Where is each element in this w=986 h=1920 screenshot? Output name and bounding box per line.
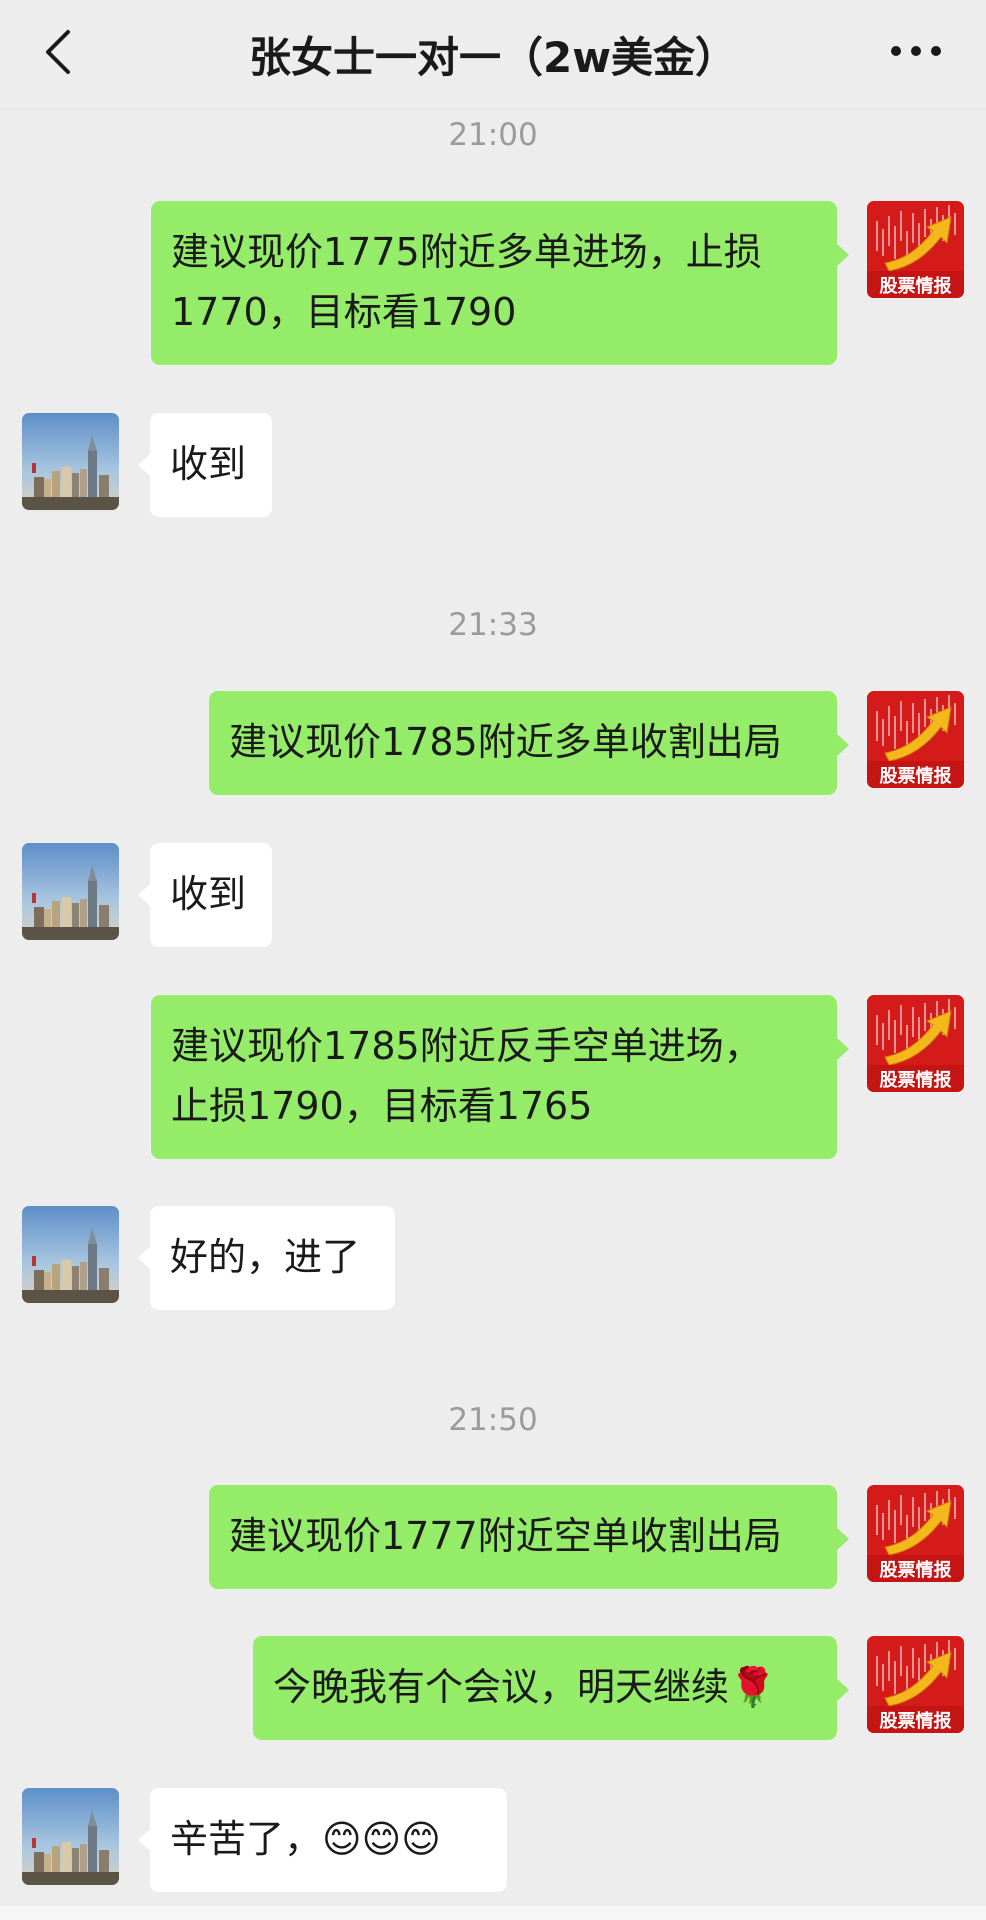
avatar-label: 股票情报: [879, 1069, 952, 1091]
message-bubble-outgoing[interactable]: 建议现价1785附近反手空单进场， 止损1790，目标看1765: [151, 995, 849, 1159]
timestamp: 21:00: [448, 117, 538, 153]
message-bubble-outgoing[interactable]: 建议现价1775附近多单进场，止损 1770，目标看1790: [151, 201, 849, 365]
stock-news-avatar[interactable]: 股票情报: [867, 1636, 964, 1733]
timestamp: 21:33: [448, 607, 538, 643]
stock-news-avatar[interactable]: 股票情报: [867, 995, 964, 1092]
city-skyline-avatar[interactable]: [22, 413, 119, 510]
message-text-line: 止损1790，目标看1765: [171, 1084, 593, 1128]
city-skyline-avatar[interactable]: [22, 1788, 119, 1885]
message-bubble-incoming[interactable]: 收到: [138, 413, 272, 517]
avatar-label: 股票情报: [879, 1710, 952, 1732]
avatar-label: 股票情报: [879, 765, 952, 787]
message-text: 辛苦了，: [170, 1817, 323, 1861]
stock-news-avatar[interactable]: 股票情报: [867, 691, 964, 788]
message-text-line: 建议现价1785附近反手空单进场，: [171, 1024, 762, 1068]
message-text: 建议现价1785附近多单收割出局: [229, 720, 782, 764]
message-bubble-outgoing[interactable]: 建议现价1785附近多单收割出局: [209, 691, 849, 795]
message-text: 建议现价1777附近空单收割出局: [229, 1514, 782, 1558]
input-bar-edge: [0, 1906, 986, 1920]
stock-news-avatar[interactable]: 股票情报: [867, 201, 964, 298]
chat-header: 张女士一对一（2w美金）: [0, 0, 986, 109]
message-text: 今晚我有个会议，明天继续: [273, 1665, 730, 1709]
message-text: 收到: [170, 872, 247, 916]
smile-emoji-icon: 😊😊😊: [322, 1817, 441, 1861]
avatar-label: 股票情报: [879, 1559, 952, 1581]
message-text: 好的，进了: [170, 1235, 361, 1279]
city-skyline-avatar[interactable]: [22, 843, 119, 940]
city-skyline-avatar[interactable]: [22, 1206, 119, 1303]
message-text-line: 1770，目标看1790: [171, 290, 517, 334]
message-bubble-outgoing[interactable]: 今晚我有个会议，明天继续🌹: [253, 1636, 849, 1740]
stock-news-avatar[interactable]: 股票情报: [867, 1485, 964, 1582]
timestamp: 21:50: [448, 1402, 538, 1438]
avatar-label: 股票情报: [879, 275, 952, 297]
message-text-line: 建议现价1775附近多单进场，止损: [171, 230, 762, 274]
chat-title: 张女士一对一（2w美金）: [248, 33, 738, 82]
message-bubble-outgoing[interactable]: 建议现价1777附近空单收割出局: [209, 1485, 849, 1589]
message-bubble-incoming[interactable]: 收到: [138, 843, 272, 947]
message-text: 收到: [170, 442, 247, 486]
rose-emoji-icon: 🌹: [729, 1665, 777, 1709]
more-dots-icon[interactable]: [886, 36, 946, 66]
message-bubble-incoming[interactable]: 辛苦了，😊😊😊: [138, 1788, 507, 1892]
message-bubble-incoming[interactable]: 好的，进了: [138, 1206, 395, 1310]
